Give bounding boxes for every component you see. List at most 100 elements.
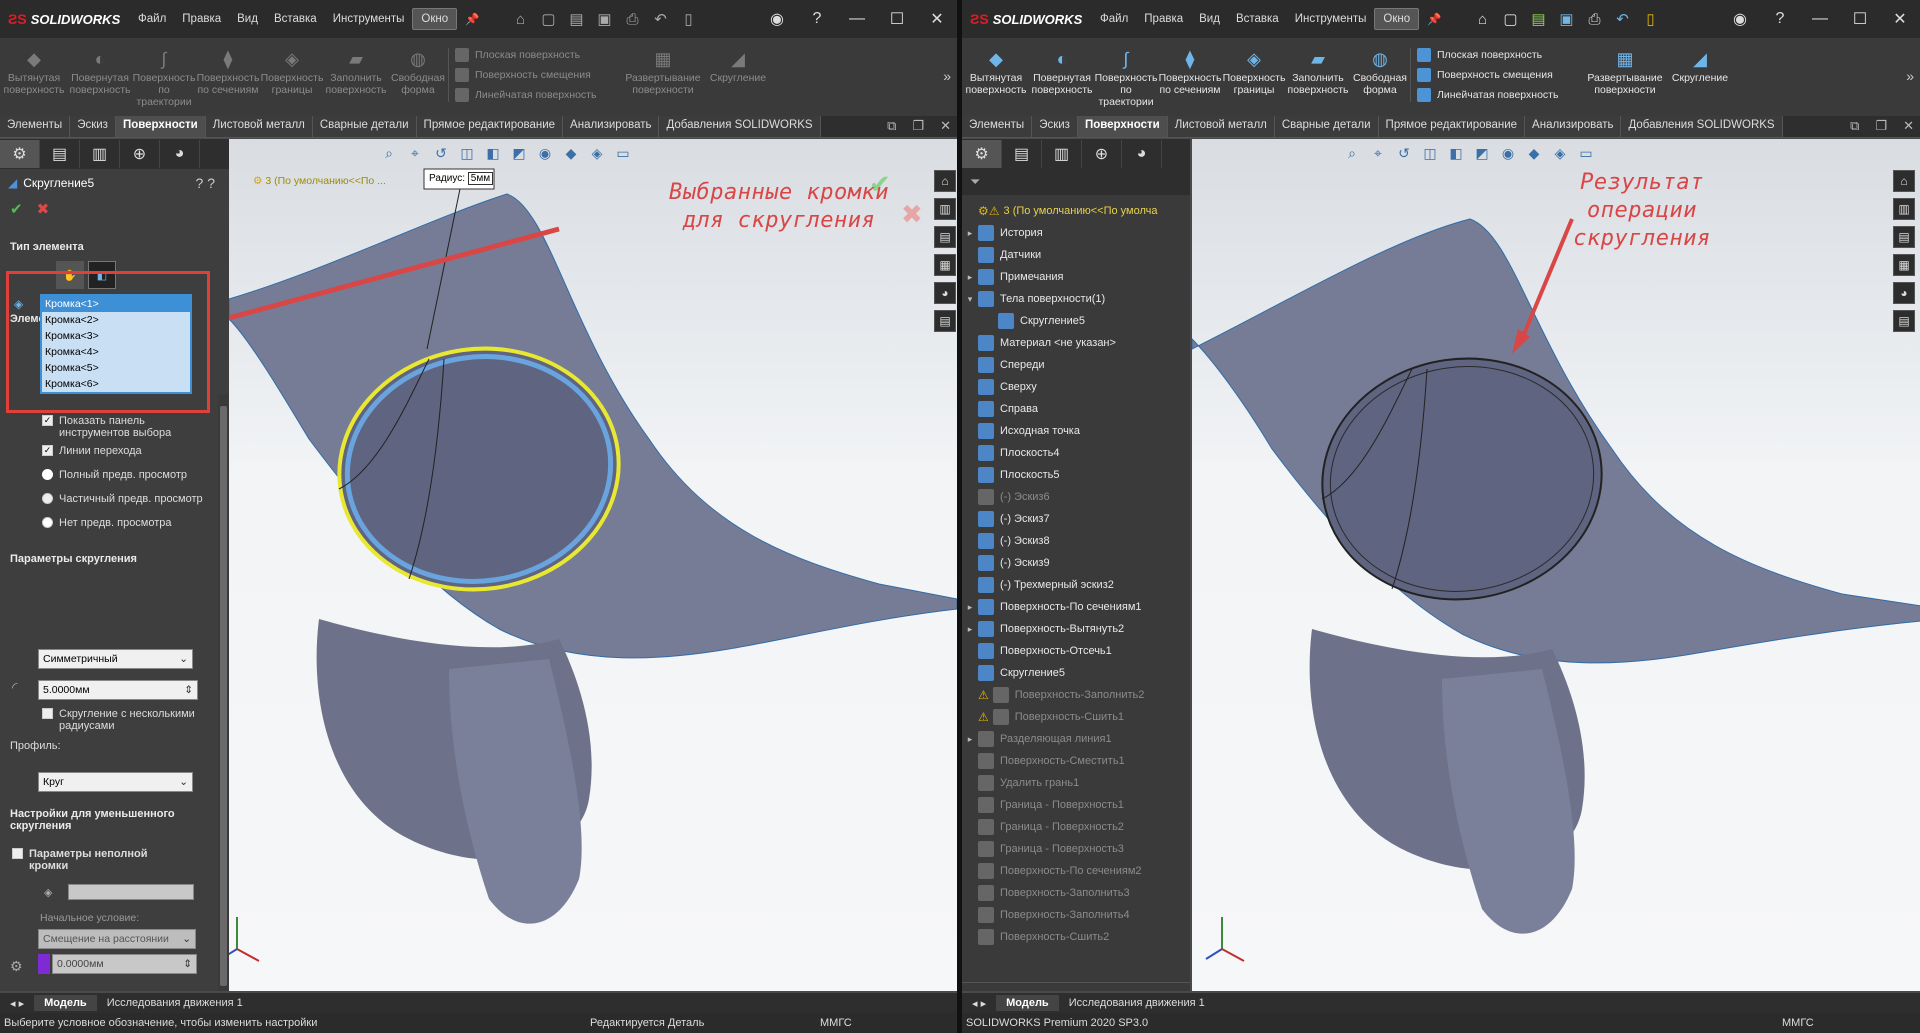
restore-icon[interactable]: ❐ — [1875, 118, 1887, 134]
tab-surfaces[interactable]: Поверхности — [115, 116, 206, 137]
tab-model[interactable]: Модель — [34, 995, 97, 1011]
tree-item[interactable]: Плоскость4 — [962, 442, 1060, 464]
swept-surface-button[interactable]: ∫ Поверхность по траектории — [1094, 48, 1158, 108]
open-icon[interactable]: ▤ — [565, 8, 587, 30]
ribbon-more-icon[interactable]: » — [943, 68, 951, 84]
swept-surface-button[interactable]: ∫ Поверхность по траектории — [132, 48, 196, 108]
tab-sketch[interactable]: Эскиз — [1032, 116, 1078, 137]
tab-evaluate[interactable]: Анализировать — [563, 116, 660, 137]
menu-window[interactable]: Окно — [1374, 8, 1420, 30]
tree-item[interactable]: Скругление5 — [962, 662, 1065, 684]
spin-icon[interactable]: ⇕ — [184, 681, 193, 699]
feature-manager-tab-icon[interactable]: ⚙ — [962, 140, 1002, 168]
tree-item[interactable]: Граница - Поверхность3 — [962, 838, 1124, 860]
tree-item[interactable]: Сверху — [962, 376, 1037, 398]
tree-item[interactable]: ⚠ Поверхность-Сшить1 — [962, 706, 1124, 728]
offset-surface-item[interactable]: Поверхность смещения — [455, 68, 612, 82]
tree-item[interactable]: Плоскость5 — [962, 464, 1060, 486]
spin-icon[interactable]: ⇕ — [183, 955, 192, 973]
filled-surface-button[interactable]: ▰ Заполнить поверхность — [324, 48, 388, 96]
tree-item[interactable]: Материал <не указан> — [962, 332, 1116, 354]
restore-icon[interactable]: ❐ — [912, 118, 924, 134]
ruled-surface-item[interactable]: Линейчатая поверхность — [1417, 88, 1574, 102]
tree-item[interactable]: Исходная точка — [962, 420, 1080, 442]
tab-direct-edit[interactable]: Прямое редактирование — [416, 116, 564, 137]
offset-distance-input[interactable]: 0.0000мм ⇕ — [52, 954, 197, 974]
tree-item[interactable]: ⚠ Поверхность-Заполнить2 — [962, 684, 1144, 706]
tree-item[interactable]: Датчики — [962, 244, 1041, 266]
lofted-surface-button[interactable]: ⧫ Поверхность по сечениям — [1158, 48, 1222, 96]
revolved-surface-button[interactable]: ◐ Повернутая поверхность — [1030, 48, 1094, 96]
help-icon[interactable]: ? — [797, 10, 837, 28]
maximize-icon[interactable]: ☐ — [1840, 9, 1880, 29]
extruded-surface-button[interactable]: ◆ Вытянутая поверхность — [962, 48, 1030, 96]
tree-item[interactable]: Граница - Поверхность1 — [962, 794, 1124, 816]
save-icon[interactable]: ▣ — [593, 8, 615, 30]
file-explorer-icon[interactable]: ▤ — [934, 226, 956, 248]
custom-props-icon[interactable]: ▤ — [934, 310, 956, 332]
units-indicator[interactable]: ММГС — [1782, 1013, 1814, 1033]
maximize-icon[interactable]: ☐ — [877, 9, 917, 29]
print-icon[interactable]: ⎙ — [621, 8, 643, 30]
menu-insert[interactable]: Вставка — [266, 9, 325, 29]
dim-expert-tab-icon[interactable]: ⊕ — [120, 140, 160, 168]
minimize-icon[interactable]: — — [1800, 10, 1840, 28]
tree-filter[interactable]: ⏷ — [962, 169, 1190, 195]
fillet-button[interactable]: ◢ Скругление — [1670, 48, 1730, 84]
close-icon[interactable]: ✕ — [917, 9, 957, 29]
expand-icon[interactable]: ▸ — [962, 272, 978, 283]
appearances-icon[interactable]: ◕ — [934, 282, 956, 304]
tile-icon[interactable]: ⧉ — [1850, 118, 1859, 134]
graphics-area[interactable]: ⌕ ⌖ ↺ ◫ ◧ ◩ ◉ ◆ ◈ ▭ ⚙ 3 (По умолчанию<<По ... ✔ ✖… — [229, 139, 957, 991]
tree-item[interactable]: Поверхность-Сшить2 — [962, 926, 1109, 948]
user-icon[interactable]: ◉ — [1720, 9, 1760, 29]
tab-direct-edit[interactable]: Прямое редактирование — [1378, 116, 1526, 137]
doc-close-icon[interactable]: ✕ — [1903, 118, 1914, 134]
tree-item[interactable]: (-) Эскиз6 — [962, 486, 1050, 508]
cancel-x-icon[interactable]: ✖ — [37, 200, 50, 218]
help-icon[interactable]: ? ? — [196, 175, 215, 191]
resources-icon[interactable]: ⌂ — [1893, 170, 1915, 192]
expand-icon[interactable]: ▸ — [962, 734, 978, 745]
tree-item[interactable]: Удалить грань1 — [962, 772, 1079, 794]
partial-edge-checkbox[interactable]: Параметры неполной кромки — [0, 844, 170, 874]
tree-item[interactable]: Спереди — [962, 354, 1045, 376]
revolved-surface-button[interactable]: ◐ Повернутая поверхность — [68, 48, 132, 96]
fillet-method-select[interactable]: Симметричный ⌄ — [38, 649, 193, 669]
home-icon[interactable]: ⌂ — [1471, 8, 1493, 30]
units-indicator[interactable]: ММГС — [820, 1013, 852, 1033]
tree-item[interactable]: ▸ Поверхность-Вытянуть2 — [962, 618, 1124, 640]
partial-preview-radio[interactable]: Частичный предв. просмотр — [0, 489, 218, 507]
profile-select[interactable]: Круг ⌄ — [38, 772, 193, 792]
config-manager-tab-icon[interactable]: ▥ — [1042, 140, 1082, 168]
traffic-light-icon[interactable]: ▯ — [1639, 8, 1661, 30]
full-preview-radio[interactable]: Полный предв. просмотр — [0, 465, 218, 483]
tab-sheet-metal[interactable]: Листовой металл — [205, 116, 313, 137]
close-icon[interactable]: ✕ — [1880, 9, 1920, 29]
view-palette-icon[interactable]: ▦ — [934, 254, 956, 276]
tab-weldments[interactable]: Сварные детали — [1274, 116, 1379, 137]
new-doc-icon[interactable]: ▢ — [537, 8, 559, 30]
tab-addins[interactable]: Добавления SOLIDWORKS — [1621, 116, 1783, 137]
tangent-propagation-checkbox[interactable]: ✓ Линии перехода — [0, 441, 218, 459]
tree-item[interactable]: ▸ История — [962, 222, 1043, 244]
menu-tools[interactable]: Инструменты — [325, 9, 413, 29]
pin-icon[interactable]: 📌 — [457, 8, 487, 30]
tree-item[interactable]: ▸ Примечания — [962, 266, 1064, 288]
pin-icon[interactable]: 📌 — [1419, 8, 1449, 30]
tab-addins[interactable]: Добавления SOLIDWORKS — [659, 116, 821, 137]
tab-model[interactable]: Модель — [996, 995, 1059, 1011]
tree-item[interactable]: ▸ Разделяющая линия1 — [962, 728, 1112, 750]
tab-sketch[interactable]: Эскиз — [70, 116, 116, 137]
boundary-surface-button[interactable]: ◈ Поверхность границы — [1222, 48, 1286, 96]
new-doc-icon[interactable]: ▢ — [1499, 8, 1521, 30]
tab-features[interactable]: Элементы — [0, 116, 71, 137]
multi-radius-checkbox[interactable]: Скругление с несколькими радиусами — [0, 704, 218, 734]
display-manager-tab-icon[interactable]: ◕ — [1122, 140, 1162, 168]
tree-item[interactable]: Поверхность-Отсечь1 — [962, 640, 1112, 662]
expand-icon[interactable]: ▸ — [962, 228, 978, 239]
start-edge-field[interactable] — [68, 884, 194, 900]
tree-scrollbar[interactable] — [962, 982, 1190, 983]
file-explorer-icon[interactable]: ▤ — [1893, 226, 1915, 248]
tree-item[interactable]: Скругление5 — [962, 310, 1085, 332]
